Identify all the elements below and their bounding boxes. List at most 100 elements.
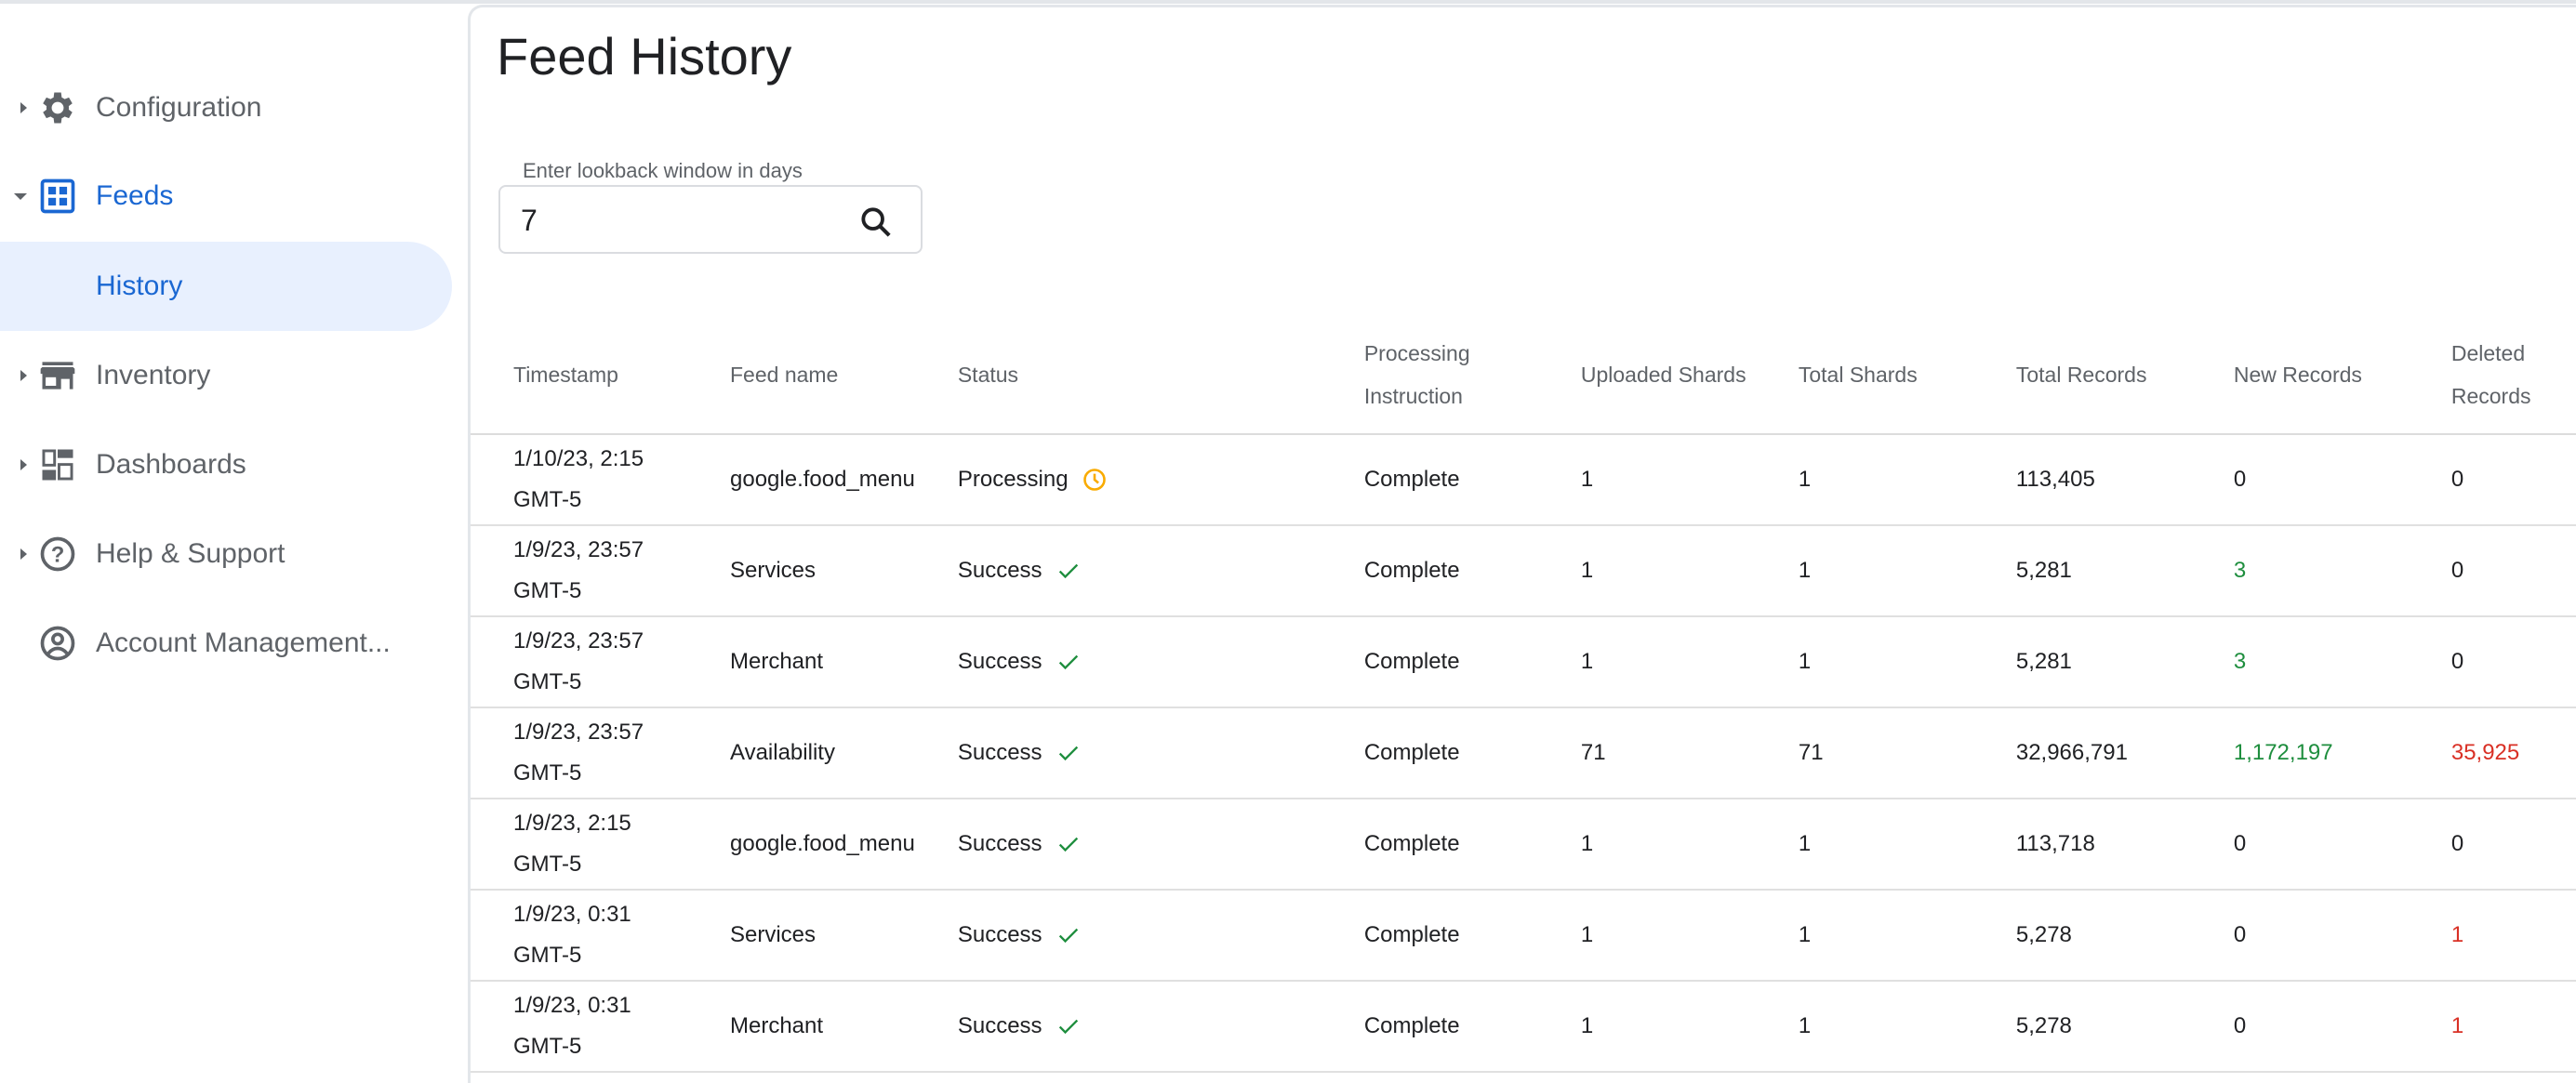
cell-deleted: 0 xyxy=(2408,616,2576,708)
column-header[interactable]: Feed name xyxy=(687,316,915,435)
lookback-field[interactable] xyxy=(498,185,923,254)
cell-feed: Availability xyxy=(687,707,915,799)
status-text: Success xyxy=(957,831,1042,856)
cell-instruction: Complete xyxy=(1321,525,1538,617)
table-row[interactable]: 1/9/23, 23:57 GMT-5 Merchant Success Comple… xyxy=(471,616,2576,708)
table-row[interactable]: 1/9/23, 23:57 GMT-5 Services Success Comple… xyxy=(471,525,2576,617)
lookback-label: Enter lookback window in days xyxy=(519,159,806,183)
sidebar-item-history[interactable]: History xyxy=(0,242,452,331)
status-text: Success xyxy=(957,1013,1042,1038)
cell-deleted: 0 xyxy=(2408,525,2576,617)
status-text: Processing xyxy=(957,467,1069,492)
gear-icon xyxy=(43,92,73,124)
column-header[interactable]: Deleted Records xyxy=(2408,316,2576,435)
cell-total-shards: 1 xyxy=(1755,525,1973,617)
sidebar-item-help-support[interactable]: ? Help & Support xyxy=(0,509,452,599)
store-icon xyxy=(40,362,75,390)
cell-feed: google.food_menu xyxy=(687,434,915,526)
cell-deleted: 35,925 xyxy=(2408,707,2576,799)
sidebar-item-inventory[interactable]: Inventory xyxy=(0,331,452,420)
cell-instruction: Complete xyxy=(1321,434,1538,526)
cell-status: Success xyxy=(914,707,1321,799)
cell-new: 0 xyxy=(2190,799,2409,891)
cell-total-shards: 1 xyxy=(1755,981,1973,1073)
cell-total-shards: 1 xyxy=(1755,890,1973,982)
sidebar-item-account-management[interactable]: Account Management... xyxy=(0,599,452,688)
column-header[interactable]: New Records xyxy=(2190,316,2409,435)
cell-total-records: 5,278 xyxy=(1972,890,2191,982)
cell-total-records: 113,718 xyxy=(1972,799,2191,891)
table-row[interactable]: 1/9/23, 2:15 GMT-5 google.food_menu Succes… xyxy=(471,799,2576,891)
sidebar: Configuration Feeds History Inventory Da… xyxy=(0,0,465,1071)
cell-deleted: 0 xyxy=(2408,434,2576,526)
lookback-input[interactable] xyxy=(521,204,818,238)
dashboard-icon xyxy=(42,449,73,481)
cell-status: Success xyxy=(914,981,1321,1073)
cell-timestamp: 1/10/23, 2:15 GMT-5 xyxy=(471,434,687,526)
expand-arrow-icon xyxy=(20,459,27,470)
cell-total-records: 32,966,791 xyxy=(1972,707,2191,799)
table-row[interactable]: 1/10/23, 2:15 GMT-5 google.food_menu Proce… xyxy=(471,434,2576,526)
cell-deleted: 0 xyxy=(2408,799,2576,891)
cell-new: 3 xyxy=(2190,525,2409,617)
check-icon xyxy=(1058,746,1078,761)
cell-uploaded: 1 xyxy=(1537,525,1756,617)
column-header[interactable]: Timestamp xyxy=(471,316,687,435)
column-header[interactable]: Uploaded Shards xyxy=(1537,316,1756,435)
help-icon: ? xyxy=(40,536,75,572)
sidebar-item-feeds[interactable]: Feeds xyxy=(0,152,452,241)
sidebar-item-configuration[interactable]: Configuration xyxy=(0,63,452,152)
svg-text:?: ? xyxy=(51,542,65,567)
cell-new: 0 xyxy=(2190,890,2409,982)
cell-status: Success xyxy=(914,799,1321,891)
cell-timestamp: 1/9/23, 23:57 GMT-5 xyxy=(471,616,687,708)
cell-total-records: 5,281 xyxy=(1972,616,2191,708)
cell-instruction: Complete xyxy=(1321,799,1538,891)
cell-status: Success xyxy=(914,890,1321,982)
cell-total-shards: 71 xyxy=(1755,707,1973,799)
expand-arrow-icon xyxy=(20,548,27,560)
cell-total-shards: 1 xyxy=(1755,434,1973,526)
table-row[interactable]: 1/9/23, 23:57 GMT-5 Availability Success Co… xyxy=(471,707,2576,799)
cell-instruction: Complete xyxy=(1321,707,1538,799)
collapse-arrow-icon xyxy=(14,192,27,200)
check-icon xyxy=(1058,563,1078,579)
column-header[interactable]: Total Shards xyxy=(1755,316,1973,435)
column-header[interactable]: Total Records xyxy=(1972,316,2191,435)
cell-timestamp: 1/9/23, 0:31 GMT-5 xyxy=(471,981,687,1073)
cell-timestamp: 1/9/23, 23:57 GMT-5 xyxy=(471,707,687,799)
cell-uploaded: 1 xyxy=(1537,616,1756,708)
check-icon xyxy=(1058,654,1078,670)
cell-total-shards: 1 xyxy=(1755,616,1973,708)
feed-history-table: Timestamp Feed name Status Processing Instr… xyxy=(471,316,2576,1073)
cell-status: Success xyxy=(914,616,1321,708)
cell-new: 0 xyxy=(2190,434,2409,526)
cell-deleted: 1 xyxy=(2408,981,2576,1073)
cell-total-records: 5,278 xyxy=(1972,981,2191,1073)
cell-uploaded: 71 xyxy=(1537,707,1756,799)
cell-instruction: Complete xyxy=(1321,890,1538,982)
cell-feed: Services xyxy=(687,525,915,617)
expand-arrow-icon xyxy=(20,102,27,113)
column-header[interactable]: Status xyxy=(914,316,1321,435)
cell-instruction: Complete xyxy=(1321,981,1538,1073)
table-row[interactable]: 1/9/23, 0:31 GMT-5 Merchant Success Complet… xyxy=(471,981,2576,1073)
clock-icon xyxy=(1082,469,1106,491)
status-text: Success xyxy=(957,922,1042,947)
cell-feed: Merchant xyxy=(687,981,915,1073)
table-row[interactable]: 1/9/23, 0:31 GMT-5 Services Success Complet… xyxy=(471,890,2576,982)
sidebar-item-dashboards[interactable]: Dashboards xyxy=(0,420,452,509)
column-header[interactable]: Processing Instruction xyxy=(1321,316,1538,435)
page-title: Feed History xyxy=(497,27,792,86)
status-text: Success xyxy=(957,558,1042,583)
account-icon xyxy=(40,626,75,661)
expand-arrow-icon xyxy=(20,370,27,381)
cell-uploaded: 1 xyxy=(1537,434,1756,526)
cell-new: 3 xyxy=(2190,616,2409,708)
search-icon[interactable] xyxy=(857,204,895,241)
cell-new: 0 xyxy=(2190,981,2409,1073)
cell-timestamp: 1/9/23, 2:15 GMT-5 xyxy=(471,799,687,891)
cell-deleted: 1 xyxy=(2408,890,2576,982)
status-text: Success xyxy=(957,649,1042,674)
cell-feed: Merchant xyxy=(687,616,915,708)
